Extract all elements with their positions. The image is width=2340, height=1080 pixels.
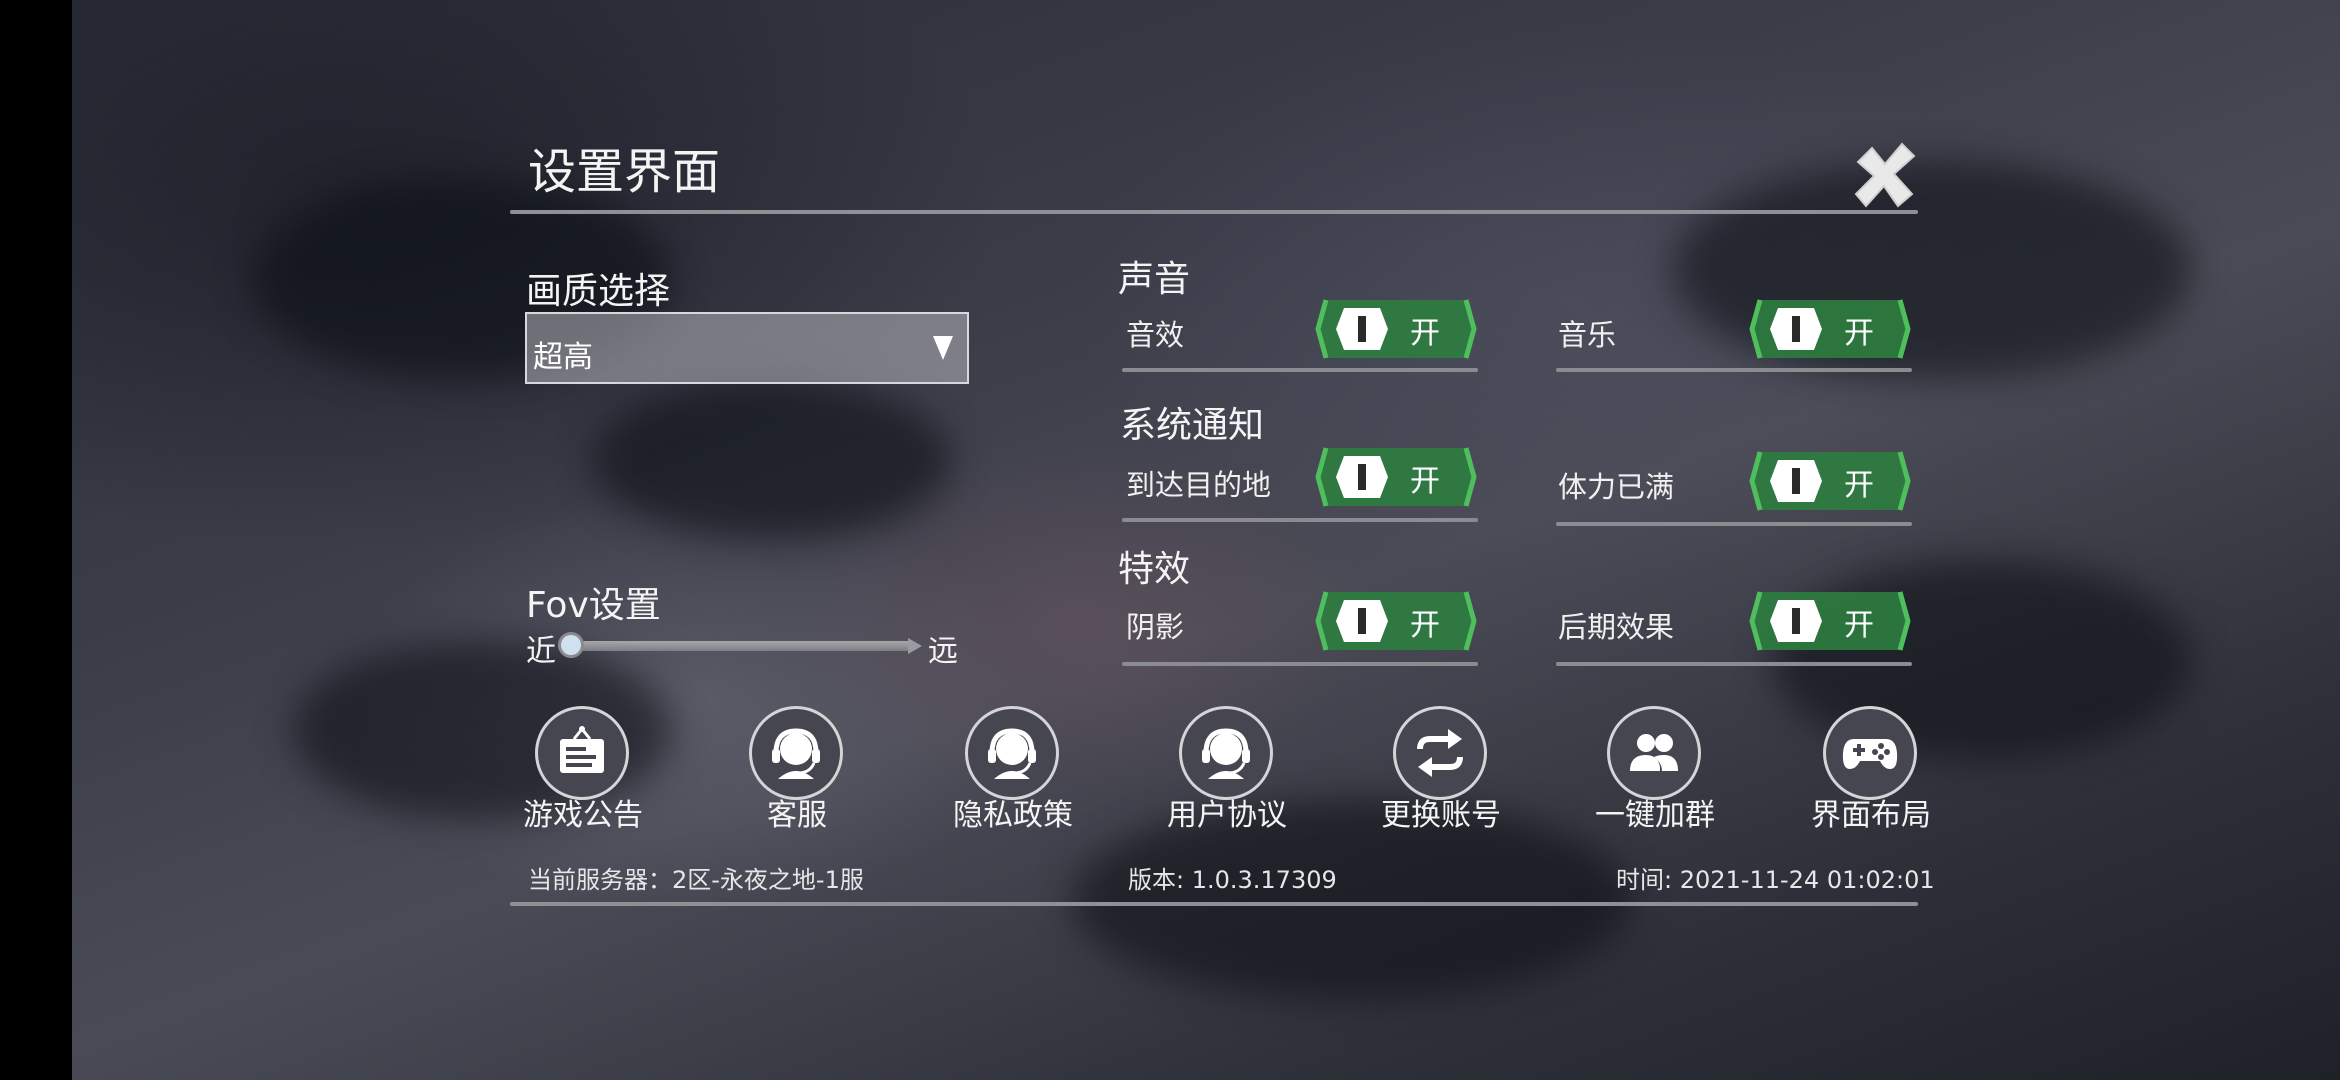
button-caption: 更换账号 (1381, 798, 1501, 833)
toggle-on-icon (1749, 591, 1911, 651)
quality-heading: 画质选择 (526, 271, 671, 312)
button-caption: 游戏公告 (523, 798, 643, 833)
join-group-button[interactable]: 一键加群 (1580, 706, 1730, 836)
dropdown-arrow-icon (933, 336, 953, 360)
settings-title: 设置界面 (528, 144, 721, 200)
fov-heading: Fov设置 (526, 585, 661, 626)
music-label: 音乐 (1558, 318, 1617, 352)
customer-service-icon (1202, 728, 1250, 779)
shadow-toggle[interactable]: 开 (1314, 588, 1478, 654)
announcement-button[interactable]: 游戏公告 (508, 706, 658, 836)
effects-heading: 特效 (1118, 549, 1191, 590)
toggle-on-icon (1749, 299, 1911, 359)
swap-arrows-icon (1417, 729, 1463, 777)
arrive-destination-label: 到达目的地 (1126, 468, 1272, 502)
background-scene (72, 0, 2340, 1080)
button-caption: 一键加群 (1595, 798, 1715, 833)
post-effects-toggle[interactable]: 开 (1748, 588, 1912, 654)
user-agreement-button[interactable]: 用户协议 (1152, 706, 1302, 836)
toggle-state-text: 开 (1844, 608, 1874, 643)
privacy-policy-button[interactable]: 隐私政策 (938, 706, 1088, 836)
row-divider (1556, 662, 1912, 666)
toggle-state-text: 开 (1410, 316, 1440, 351)
shadow-label: 阴影 (1126, 610, 1185, 644)
fov-far-label: 远 (928, 634, 958, 669)
button-caption: 用户协议 (1167, 798, 1287, 833)
notice-board-icon (560, 726, 604, 773)
button-caption: 界面布局 (1811, 798, 1931, 833)
time-text: 时间: 2021-11-24 01:02:01 (1616, 866, 1935, 894)
version-text: 版本: 1.0.3.17309 (1128, 866, 1337, 894)
fov-near-label: 近 (526, 634, 556, 669)
row-divider (1122, 368, 1478, 372)
row-divider (1556, 368, 1912, 372)
sound-effects-label: 音效 (1126, 318, 1185, 352)
game-settings-screen: 设置界面 画质选择 超高 Fov设置 近 远 声音 音效 开 音乐 开 系统通知… (0, 0, 2340, 1080)
footer-divider (510, 902, 1918, 906)
gamepad-icon (1842, 739, 1898, 769)
stamina-full-toggle[interactable]: 开 (1748, 448, 1912, 514)
arrive-destination-toggle[interactable]: 开 (1314, 444, 1478, 510)
toggle-on-icon (1315, 299, 1477, 359)
fov-slider-handle[interactable] (558, 632, 584, 658)
toggle-state-text: 开 (1844, 468, 1874, 503)
music-toggle[interactable]: 开 (1748, 296, 1912, 362)
header-divider (510, 210, 1918, 214)
customer-service-icon (772, 728, 820, 779)
group-users-icon (1630, 734, 1678, 771)
customer-service-button[interactable]: 客服 (722, 706, 872, 836)
row-divider (1556, 522, 1912, 526)
ui-layout-button[interactable]: 界面布局 (1796, 706, 1946, 836)
fov-slider-track[interactable] (572, 641, 916, 651)
row-divider (1122, 518, 1478, 522)
post-effects-label: 后期效果 (1558, 610, 1675, 644)
close-icon (1854, 142, 1916, 208)
toggle-on-icon (1315, 591, 1477, 651)
toggle-state-text: 开 (1844, 316, 1874, 351)
button-caption: 隐私政策 (953, 798, 1073, 833)
current-server-text: 当前服务器：2区-永夜之地-1服 (528, 866, 864, 894)
sound-effects-toggle[interactable]: 开 (1314, 296, 1478, 362)
toggle-on-icon (1315, 447, 1477, 507)
stamina-full-label: 体力已满 (1558, 470, 1675, 504)
row-divider (1122, 662, 1478, 666)
switch-account-button[interactable]: 更换账号 (1366, 706, 1516, 836)
quality-dropdown[interactable]: 超高 (525, 312, 969, 384)
sound-heading: 声音 (1118, 259, 1191, 300)
quality-selected-value: 超高 (533, 340, 593, 375)
toggle-on-icon (1749, 451, 1911, 511)
toggle-state-text: 开 (1410, 464, 1440, 499)
notifications-heading: 系统通知 (1120, 405, 1265, 446)
slider-end-arrow-icon (908, 638, 922, 654)
button-caption: 客服 (767, 798, 827, 833)
toggle-state-text: 开 (1410, 608, 1440, 643)
customer-service-icon (988, 728, 1036, 779)
close-button[interactable] (1850, 140, 1920, 210)
